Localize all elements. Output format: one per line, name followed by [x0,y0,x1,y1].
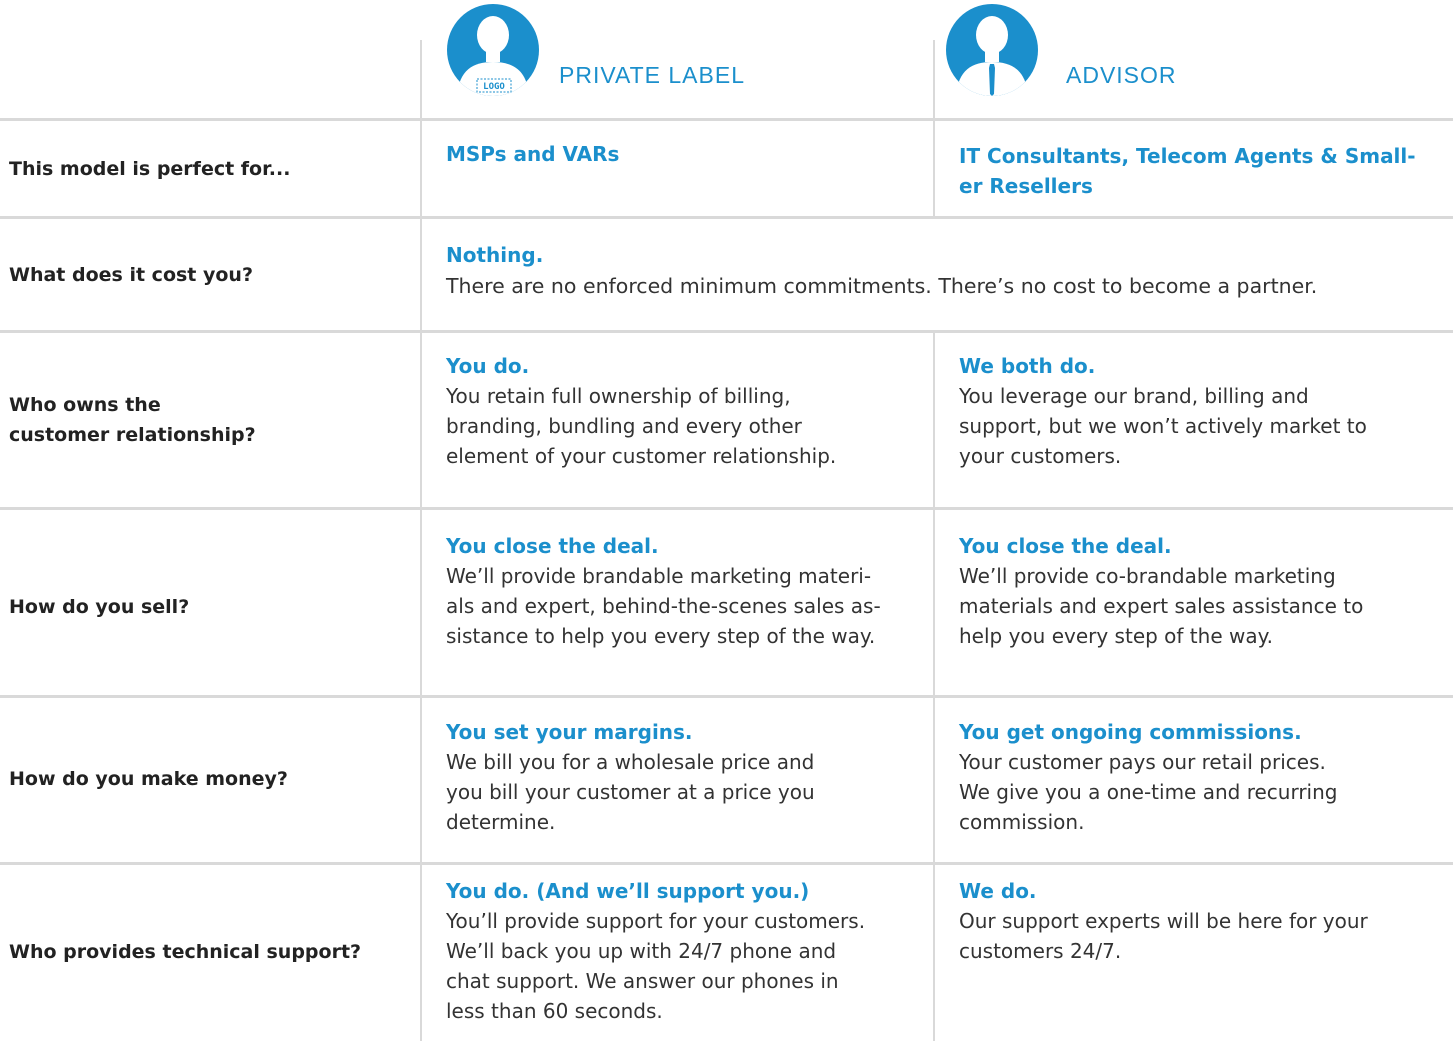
column-divider-right-bottom [933,332,935,1041]
row-divider [0,862,1453,865]
row-divider [0,330,1453,333]
cell-headline: You do. (And we’ll support you.) [446,879,810,903]
row-divider [0,118,1453,121]
cell-private-perfect-for: MSPs and VARs [446,139,916,169]
header-private-label: LOGO PRIVATE LABEL [420,0,933,119]
cell-headline: You get ongoing commissions. [959,720,1302,744]
cell-advisor-make-money: You get ongoing commissions. Your custom… [959,717,1449,837]
header-advisor: ADVISOR [935,0,1453,119]
row-divider [0,216,1453,219]
cell-body: We’ll provide brandable marketing materi… [446,564,881,648]
row-label-make-money: How do you make money? [9,768,288,790]
cell-body: Your customer pays our retail prices. We… [959,750,1338,834]
avatar-logo-badge: LOGO [483,82,505,92]
cell-body: You retain full ownership of billing, br… [446,384,837,468]
comparison-table: LOGO PRIVATE LABEL ADVISOR This model is… [0,0,1453,1041]
cell-headline: Nothing. [446,243,544,267]
cell-body: There are no enforced minimum commitment… [446,274,1318,298]
person-with-tie-icon [946,4,1038,96]
cell-private-ownership: You do. You retain full ownership of bil… [446,351,926,471]
cell-headline: You close the deal. [959,534,1172,558]
cell-advisor-ownership: We both do. You leverage our brand, bill… [959,351,1449,471]
row-divider [0,695,1453,698]
cell-headline: We do. [959,879,1037,903]
row-label-tech-support: Who provides technical support? [9,941,362,963]
cell-advisor-how-sell: You close the deal. We’ll provide co-bra… [959,531,1449,651]
cell-shared-cost: Nothing. There are no enforced minimum c… [446,240,1446,301]
column-divider-left [420,40,422,1041]
cell-private-how-sell: You close the deal. We’ll provide branda… [446,531,926,651]
cell-headline: IT Consultants, Telecom Agents & Small- … [959,144,1416,198]
cell-advisor-perfect-for: IT Consultants, Telecom Agents & Small- … [959,141,1439,201]
cell-body: You’ll provide support for your customer… [446,909,866,1023]
cell-headline: You set your margins. [446,720,693,744]
cell-body: We’ll provide co-brandable marketing mat… [959,564,1364,648]
cell-headline: MSPs and VARs [446,142,620,166]
column-divider-right-top [933,40,935,218]
row-label-perfect-for: This model is perfect for... [9,158,291,180]
cell-advisor-tech-support: We do. Our support experts will be here … [959,876,1449,966]
cell-body: We bill you for a wholesale price and yo… [446,750,815,834]
row-label-how-sell: How do you sell? [9,596,190,618]
table-header: LOGO PRIVATE LABEL ADVISOR [0,0,1453,119]
cell-body: You leverage our brand, billing and supp… [959,384,1367,468]
cell-headline: We both do. [959,354,1096,378]
row-label-ownership: Who owns the customer relationship? [9,394,256,446]
cell-private-tech-support: You do. (And we’ll support you.) You’ll … [446,876,926,1026]
cell-private-make-money: You set your margins. We bill you for a … [446,717,926,837]
column-title-private-label: PRIVATE LABEL [559,62,745,88]
column-title-advisor: ADVISOR [1066,62,1177,88]
row-label-cost: What does it cost you? [9,264,253,286]
cell-body: Our support experts will be here for you… [959,909,1368,963]
cell-headline: You do. [446,354,530,378]
cell-headline: You close the deal. [446,534,659,558]
row-divider [0,507,1453,510]
person-with-logo-icon: LOGO [447,4,539,96]
